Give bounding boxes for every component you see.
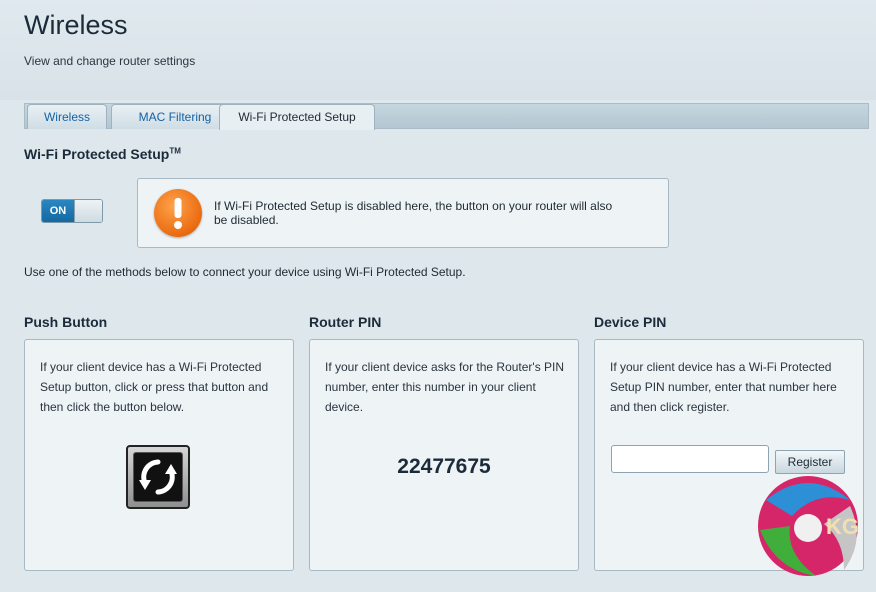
wps-toggle[interactable]: ON [41, 199, 103, 223]
push-button-title: Push Button [24, 314, 108, 330]
device-pin-description: If your client device has a Wi-Fi Protec… [610, 360, 837, 414]
device-pin-input[interactable] [611, 445, 769, 473]
section-title: Wi-Fi Protected SetupTM [24, 146, 181, 162]
page-subtitle: View and change router settings [24, 54, 196, 68]
push-button-description: If your client device has a Wi-Fi Protec… [40, 360, 269, 414]
page-title: Wireless [24, 10, 128, 40]
toggle-on-label: ON [42, 200, 74, 222]
warning-icon [154, 189, 202, 237]
notice-text: If Wi-Fi Protected Setup is disabled her… [214, 199, 613, 227]
page-header: Wireless View and change router settings [0, 0, 876, 100]
router-pin-panel: If your client device asks for the Route… [309, 339, 579, 571]
tab-wireless[interactable]: Wireless [27, 104, 107, 129]
section-title-text: Wi-Fi Protected Setup [24, 146, 170, 162]
device-pin-title: Device PIN [594, 314, 667, 330]
router-pin-value: 22477675 [397, 455, 491, 478]
tab-wifi-protected-setup[interactable]: Wi-Fi Protected Setup [219, 104, 375, 130]
watermark-text: KG [826, 514, 859, 539]
trademark-mark: TM [169, 146, 181, 156]
router-pin-title: Router PIN [309, 314, 382, 330]
router-pin-description: If your client device asks for the Route… [325, 360, 565, 414]
watermark-logo: KG [746, 470, 870, 582]
wps-arrows-icon [133, 452, 183, 502]
wps-push-button[interactable] [126, 445, 190, 509]
notice-box: If Wi-Fi Protected Setup is disabled her… [137, 178, 669, 248]
toggle-knob [74, 200, 102, 222]
instructions-text: Use one of the methods below to connect … [24, 265, 466, 279]
tab-bar: Wireless MAC Filtering Wi-Fi Protected S… [24, 103, 869, 130]
push-button-panel: If your client device has a Wi-Fi Protec… [24, 339, 294, 571]
